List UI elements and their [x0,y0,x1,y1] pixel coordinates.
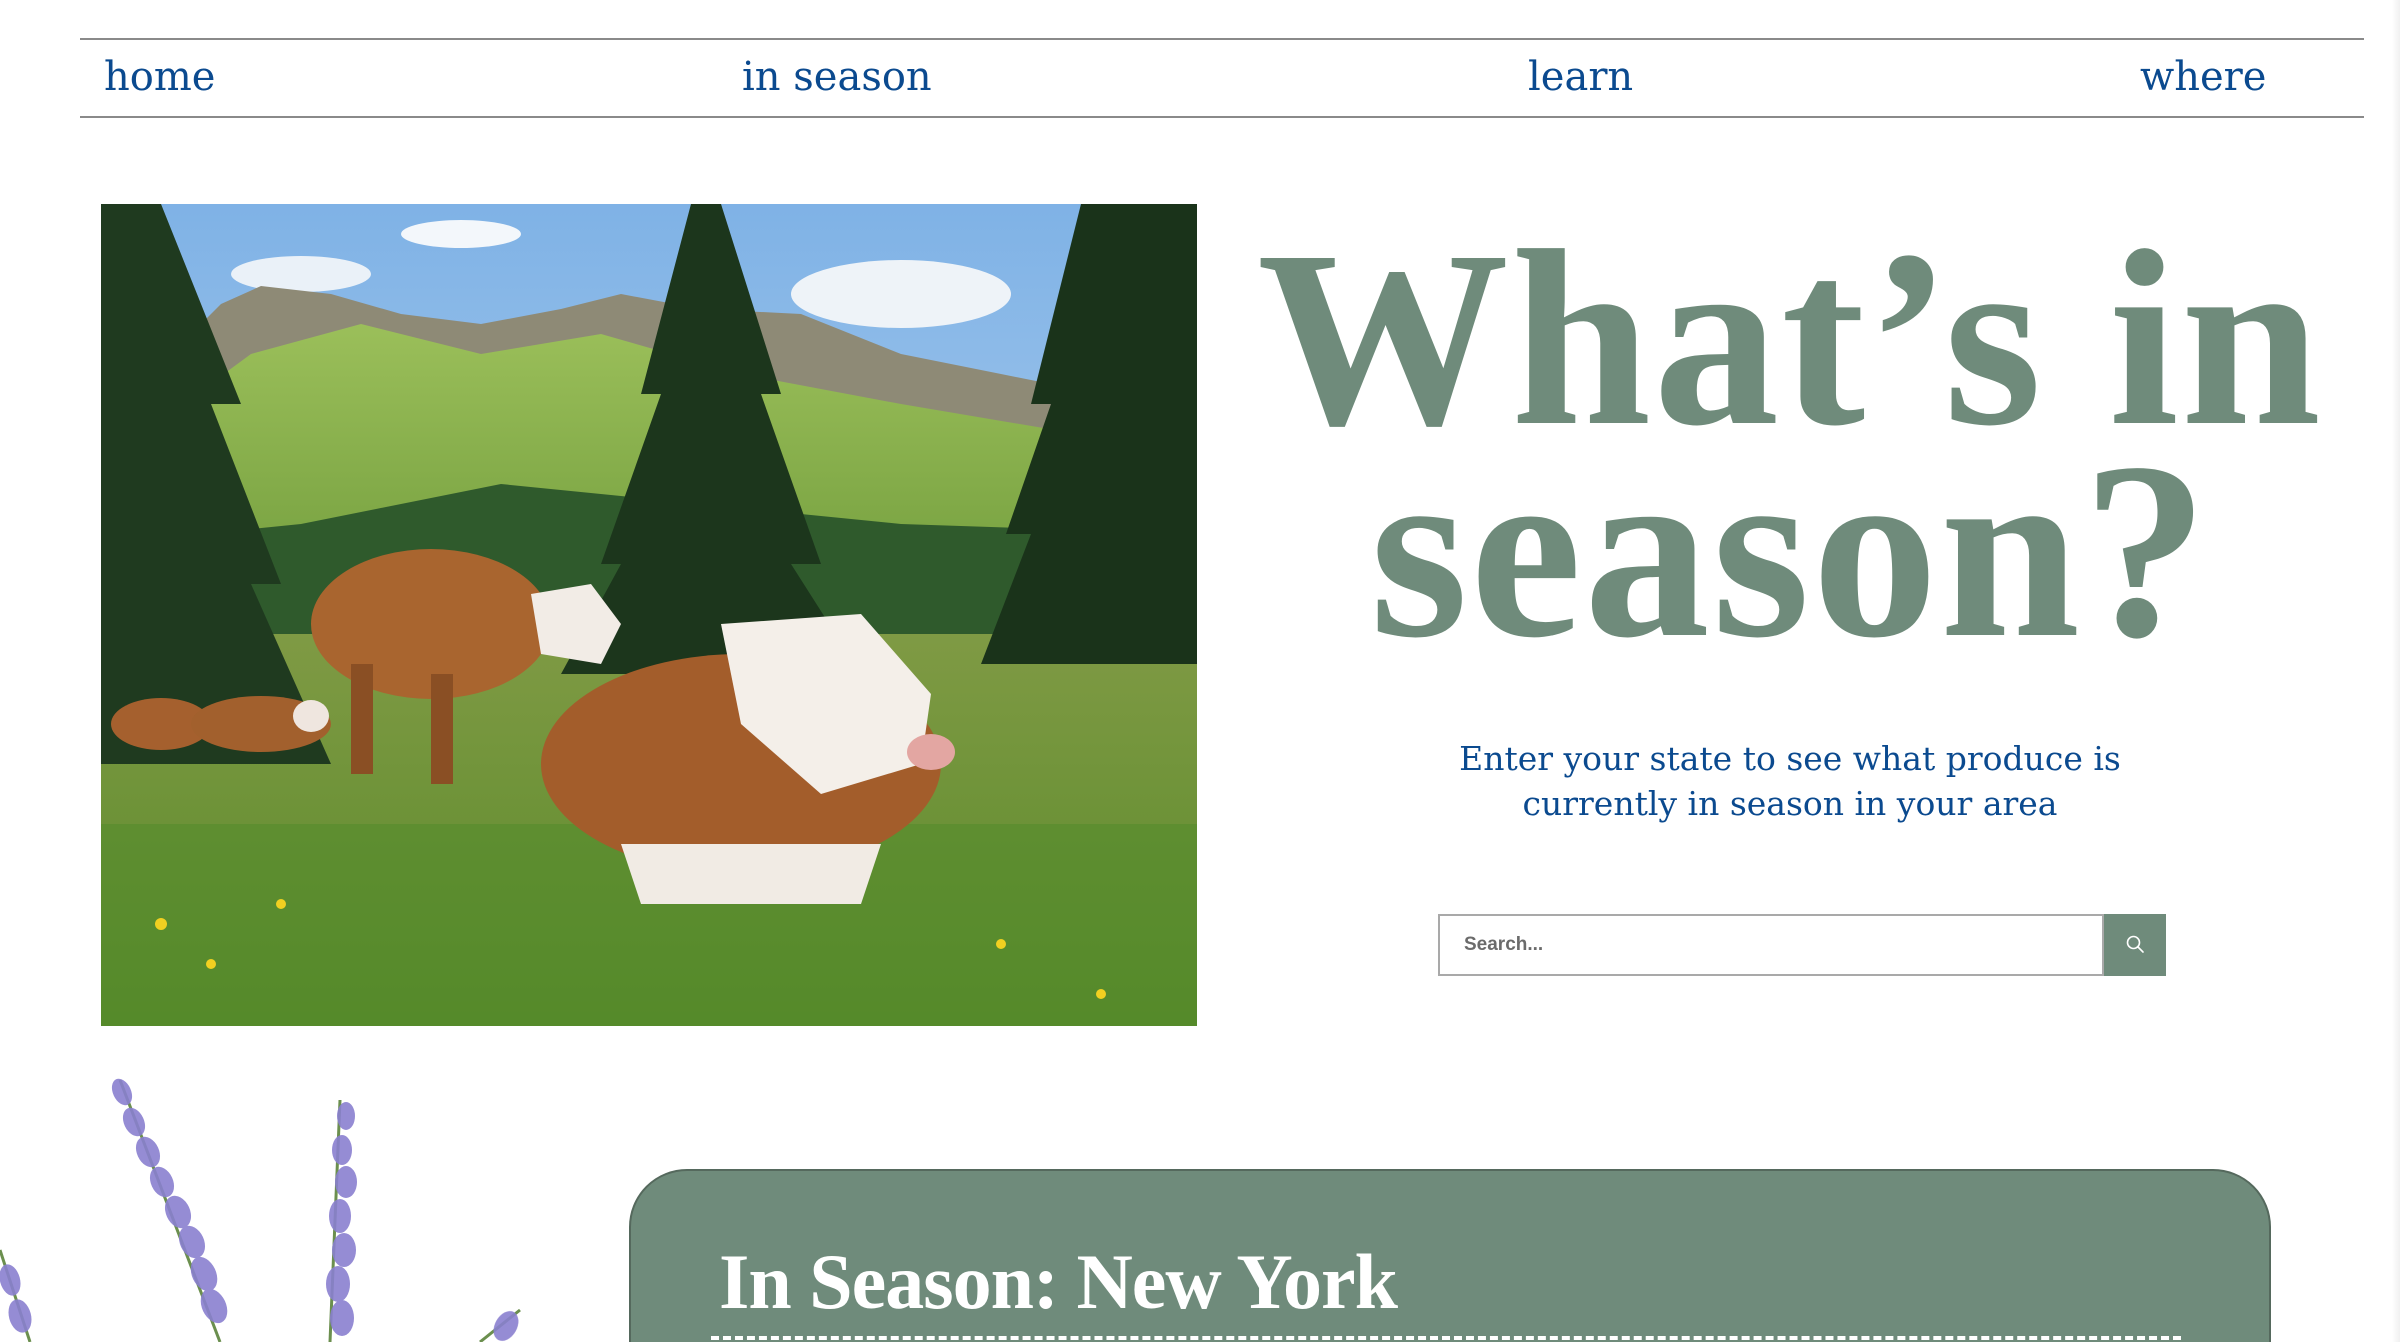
in-season-card: In Season: New York [629,1169,2271,1342]
nav-link-learn[interactable]: learn [1528,54,1633,100]
in-season-title: In Season: New York [719,1238,1398,1325]
top-navigation: home in season learn where [80,38,2364,118]
page-headline: What’s in season? [1240,212,2340,690]
nav-link-where[interactable]: where [2140,54,2266,100]
state-search [1438,914,2166,976]
headline-line-2: season? [1369,410,2211,690]
hero-subtitle: Enter your state to see what produce is … [1459,739,2121,823]
search-button[interactable] [2104,914,2166,976]
title-divider [711,1336,2181,1340]
nav-link-in-season[interactable]: in season [742,54,932,100]
search-input[interactable] [1438,914,2104,976]
search-icon [2124,933,2146,958]
page-edge-shadow [2392,0,2400,1342]
nav-link-home[interactable]: home [104,54,215,100]
hero-cows-photo [101,204,1197,1026]
lavender-illustration [0,1070,560,1342]
